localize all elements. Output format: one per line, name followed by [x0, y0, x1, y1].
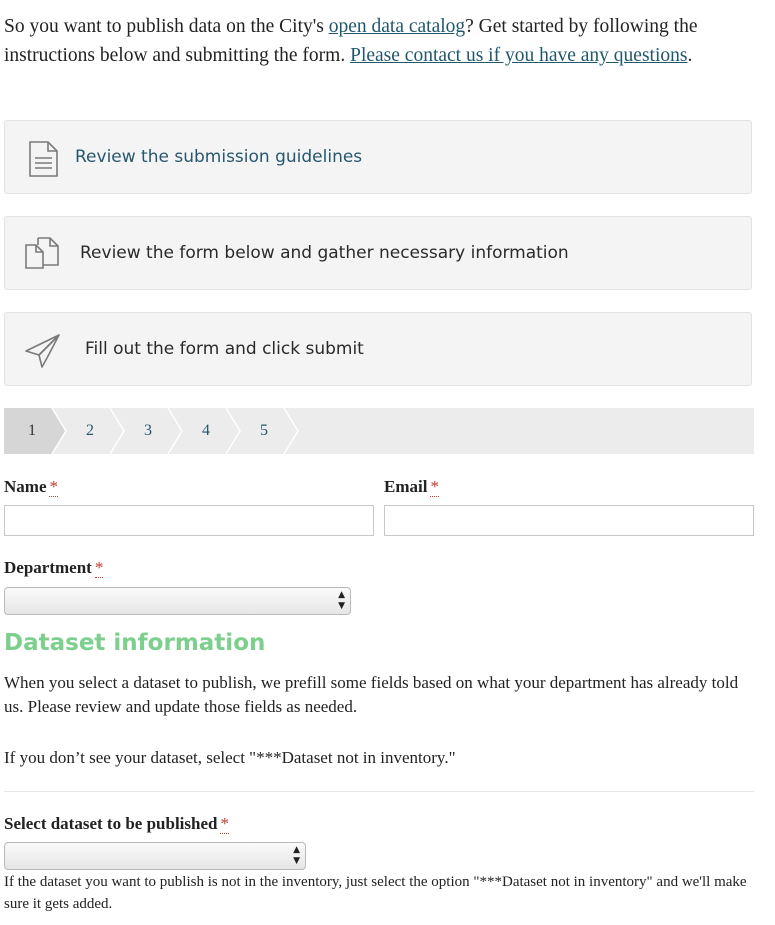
section-divider [4, 791, 754, 792]
stepper-page-2[interactable]: 2 [76, 408, 104, 454]
dataset-help-text: If the dataset you want to publish is no… [4, 874, 747, 912]
dataset-description: When you select a dataset to publish, we… [4, 673, 739, 716]
dataset-section-heading: Dataset information [4, 630, 266, 656]
required-marker: * [430, 477, 439, 497]
dataset-select[interactable]: ▲ ▼ [4, 842, 306, 870]
required-marker: * [49, 477, 58, 497]
department-select[interactable]: ▲ ▼ [4, 587, 351, 615]
stepper-page-1[interactable]: 1 [18, 408, 46, 454]
required-marker: * [94, 558, 104, 578]
step-card-gather-info: Review the form below and gather necessa… [4, 216, 752, 290]
name-label-text: Name [4, 477, 47, 496]
step-label-gather-info: Review the form below and gather necessa… [80, 243, 569, 263]
open-data-catalog-link[interactable]: open data catalog [329, 16, 465, 37]
stepper-page-4[interactable]: 4 [192, 408, 220, 454]
contact-us-link[interactable]: Please contact us if you have any questi… [350, 45, 687, 66]
email-field[interactable] [384, 505, 754, 536]
required-marker: * [220, 814, 229, 834]
document-icon [23, 139, 63, 179]
copy-pages-icon [23, 235, 63, 275]
select-arrows-icon: ▲ ▼ [338, 590, 345, 611]
email-label-text: Email [384, 477, 428, 496]
select-arrows-icon: ▲ ▼ [293, 845, 300, 866]
name-field[interactable] [4, 505, 374, 536]
department-label-text: Department [4, 558, 92, 577]
dataset-select-label-text: Select dataset to be published [4, 814, 218, 833]
step-card-submit: Fill out the form and click submit [4, 312, 752, 386]
name-label: Name * [4, 477, 58, 497]
step-card-guidelines[interactable]: Review the submission guidelines [4, 120, 752, 194]
email-label: Email * [384, 477, 439, 497]
step-label-guidelines[interactable]: Review the submission guidelines [75, 121, 362, 193]
intro-text-start: So you want to publish data on the City'… [4, 16, 329, 37]
form-page-stepper: 1 2 3 4 5 [4, 408, 754, 454]
intro-text-end: . [687, 45, 693, 66]
dataset-not-found-note: If you don’t see your dataset, select "*… [4, 748, 456, 767]
intro-text: So you want to publish data on the City'… [4, 12, 764, 70]
step-label-submit: Fill out the form and click submit [85, 339, 364, 359]
stepper-page-3[interactable]: 3 [134, 408, 162, 454]
stepper-page-5[interactable]: 5 [250, 408, 278, 454]
paper-plane-icon [23, 331, 63, 371]
department-label: Department * [4, 558, 104, 578]
dataset-select-label: Select dataset to be published * [4, 814, 229, 834]
